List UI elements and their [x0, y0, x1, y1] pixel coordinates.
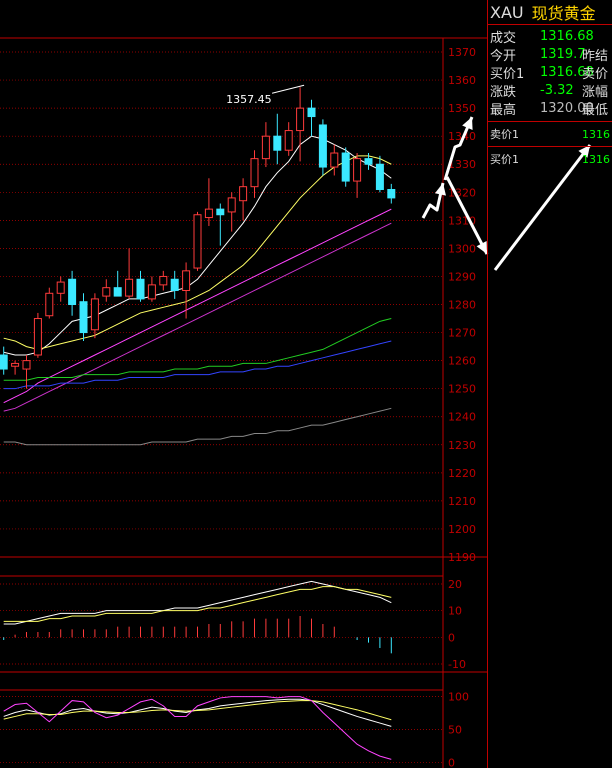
tick-label: 1270: [448, 327, 476, 340]
sell1-label: 卖价1: [490, 128, 519, 141]
quote-row-change: 涨跌 -3.32 涨幅: [488, 81, 612, 100]
candle-body: [375, 163, 384, 190]
candle-body: [307, 107, 316, 118]
candle-body: [147, 284, 156, 300]
symbol-name: 现货黄金: [531, 4, 596, 23]
quote-label2: 涨幅: [582, 84, 609, 100]
candle-body: [239, 186, 248, 202]
candle-body: [125, 278, 134, 297]
quote-rows: 成交 1316.68 今开 1319.7 昨结 买价1 1316.68 卖价 涨…: [488, 25, 612, 118]
candle-body: [204, 208, 213, 219]
high-annotation: 1357.45: [226, 93, 272, 106]
tick-label: 1300: [448, 242, 476, 255]
tick-label: 100: [448, 691, 469, 704]
candle-body: [159, 275, 168, 286]
candle-body: [193, 214, 202, 269]
candle-body: [318, 124, 327, 168]
kdj-line-2: [3, 696, 392, 760]
tick-label: 1350: [448, 102, 476, 115]
quote-panel: XAU 现货黄金 成交 1316.68 今开 1319.7 昨结 买价1 131…: [487, 0, 612, 768]
tick-label: 1360: [448, 74, 476, 87]
candle-body: [22, 360, 31, 370]
candle-body: [182, 270, 191, 291]
macd-line-0: [3, 580, 392, 625]
candle-body: [273, 135, 282, 151]
tick-label: 1190: [448, 551, 476, 564]
quote-label2: 卖价: [582, 66, 609, 82]
candle-body: [227, 197, 236, 213]
candle-body: [90, 298, 99, 331]
candle-body: [387, 188, 396, 199]
symbol-code: XAU: [490, 2, 524, 22]
candle-body: [68, 278, 77, 306]
quote-row-last: 成交 1316.68: [488, 27, 612, 46]
quote-label: 今开: [490, 48, 517, 64]
candle-body: [136, 278, 145, 300]
ma-line-5: [3, 340, 392, 390]
tick-label: 1210: [448, 495, 476, 508]
quote-row-bid: 买价1 1316.68 卖价: [488, 63, 612, 82]
tick-label: 1370: [448, 46, 476, 59]
macd-line-1: [3, 586, 392, 622]
quote-label: 涨跌: [490, 84, 517, 100]
quote-label: 最高: [490, 102, 517, 118]
candle-body: [353, 158, 362, 182]
tick-label: 0: [448, 757, 455, 768]
quote-value: 1316.68: [540, 64, 594, 80]
candle-body: [341, 152, 350, 182]
tick-label: 1240: [448, 411, 476, 424]
tick-label: 1230: [448, 439, 476, 452]
quote-value: 1320.00: [540, 100, 594, 116]
quote-label2: 昨结: [582, 48, 609, 64]
candle-body: [364, 158, 373, 165]
quote-value: -3.32: [540, 82, 574, 98]
buy1-row: 买价1 1316: [488, 147, 612, 171]
sell1-value: 1316: [582, 127, 610, 141]
quote-label: 成交: [490, 30, 517, 46]
candle-body: [11, 362, 20, 367]
tick-label: 1220: [448, 467, 476, 480]
candle-body: [296, 107, 305, 132]
candle-body: [330, 152, 339, 168]
buy1-label: 买价1: [490, 153, 519, 166]
quote-header: XAU 现货黄金: [488, 0, 612, 25]
quote-row-open: 今开 1319.7 昨结: [488, 45, 612, 64]
candle-body: [79, 301, 88, 334]
arrow-head-icon: [434, 183, 446, 196]
candle-body: [261, 135, 270, 160]
tick-label: 1200: [448, 523, 476, 536]
buy1-value: 1316: [582, 152, 610, 166]
tick-label: 1290: [448, 270, 476, 283]
candle-body: [284, 130, 293, 151]
tick-label: -10: [448, 658, 466, 671]
candle-body: [170, 278, 179, 291]
tick-label: 10: [448, 605, 462, 618]
candle-body: [33, 318, 42, 356]
tick-label: 20: [448, 578, 462, 591]
candle-body: [0, 354, 8, 370]
quote-row-high: 最高 1320.00 最低: [488, 99, 612, 118]
tick-label: 0: [448, 631, 455, 644]
tick-label: 1250: [448, 383, 476, 396]
quote-value: 1319.7: [540, 46, 586, 62]
tick-label: 1280: [448, 299, 476, 312]
candle-body: [250, 158, 259, 188]
candle-body: [216, 208, 225, 216]
tick-label: 50: [448, 724, 462, 737]
candle-body: [102, 287, 111, 297]
candle-body: [113, 287, 122, 297]
sell1-row: 卖价1 1316: [488, 122, 612, 147]
quote-label2: 最低: [582, 102, 609, 118]
tick-label: 1260: [448, 355, 476, 368]
quote-label: 买价1: [490, 66, 525, 82]
annotation-leader: [271, 84, 305, 94]
candle-body: [45, 292, 54, 317]
candle-body: [56, 281, 65, 294]
ma-line-6: [3, 407, 392, 446]
quote-value: 1316.68: [540, 28, 594, 44]
